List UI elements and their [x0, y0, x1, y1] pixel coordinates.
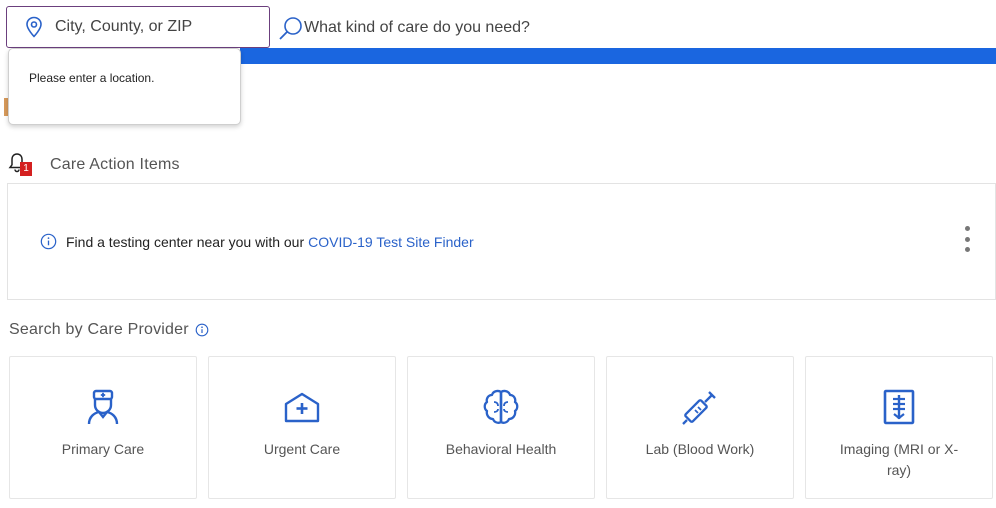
provider-tiles: Primary Care Urgent Care Behavioral Heal… [9, 356, 996, 500]
care-action-card: Find a testing center near you with our … [7, 183, 996, 300]
location-input[interactable] [55, 18, 255, 36]
map-pin-icon [26, 16, 42, 38]
search-icon [279, 17, 302, 40]
tile-primary-care[interactable]: Primary Care [9, 356, 197, 499]
care-search-field[interactable] [278, 10, 778, 46]
xray-icon [883, 389, 915, 425]
providers-header: Search by Care Provider [9, 321, 209, 339]
location-error-popover: Please enter a location. [8, 48, 241, 125]
nurse-icon [87, 389, 119, 425]
syringe-icon [682, 391, 716, 425]
notification-badge: 1 [20, 162, 32, 176]
location-error-text: Please enter a location. [29, 71, 155, 85]
tile-label: Imaging (MRI or X-ray) [839, 441, 959, 478]
more-options-icon[interactable] [963, 226, 971, 252]
notifications[interactable]: 1 [8, 152, 34, 178]
tile-lab-blood-work[interactable]: Lab (Blood Work) [606, 356, 794, 499]
care-search-input[interactable] [304, 19, 704, 37]
care-actions-title: Care Action Items [50, 156, 180, 173]
header-accent-strip [240, 48, 996, 64]
brain-icon [483, 389, 519, 424]
providers-title: Search by Care Provider [9, 321, 189, 338]
location-field[interactable] [6, 6, 270, 48]
covid-test-finder-link[interactable]: COVID-19 Test Site Finder [308, 234, 473, 250]
tile-label: Urgent Care [263, 441, 341, 457]
urgent-care-icon [284, 392, 320, 423]
tile-imaging[interactable]: Imaging (MRI or X-ray) [805, 356, 993, 499]
care-action-item: Find a testing center near you with our … [40, 233, 474, 250]
tile-urgent-care[interactable]: Urgent Care [208, 356, 396, 499]
care-actions-header: 1 Care Action Items [8, 152, 180, 178]
tile-label: Behavioral Health [445, 441, 557, 457]
tile-label: Primary Care [61, 441, 145, 457]
tile-behavioral-health[interactable]: Behavioral Health [407, 356, 595, 499]
info-icon [40, 233, 57, 250]
tile-label: Lab (Blood Work) [645, 441, 755, 457]
care-action-text: Find a testing center near you with our [66, 233, 305, 250]
info-icon[interactable] [195, 323, 209, 337]
